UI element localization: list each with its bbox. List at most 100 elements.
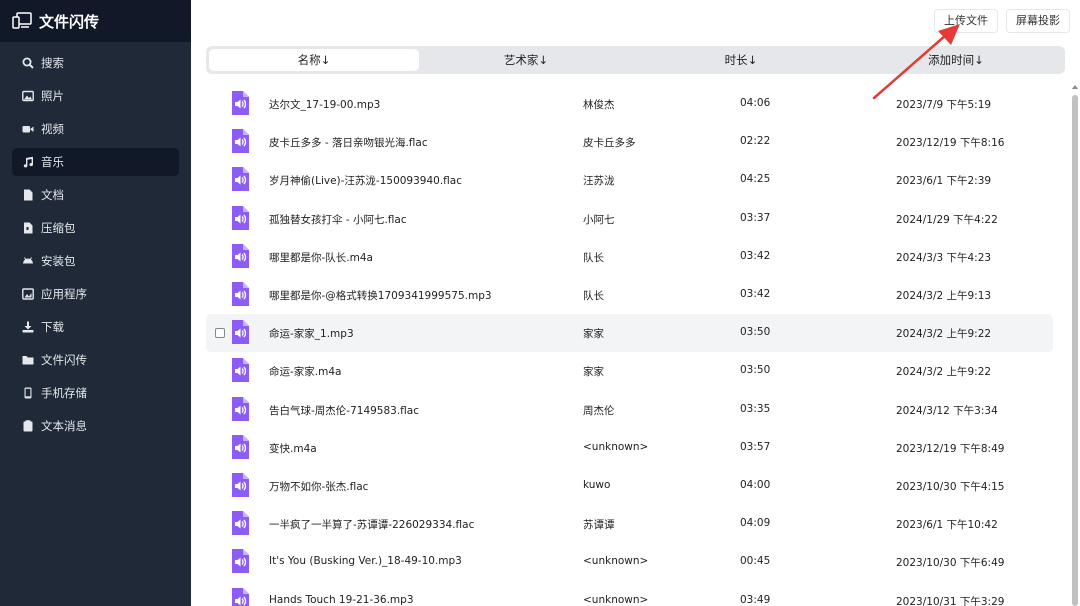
file-name: 告白气球-周杰伦-7149583.flac	[269, 404, 419, 417]
duration: 03:50	[740, 326, 771, 339]
file-name: 哪里都是你-@格式转换1709341999575.mp3	[269, 290, 492, 302]
sidebar-item-image[interactable]: 照片	[12, 82, 179, 110]
app-icon	[22, 288, 34, 300]
audio-file-icon	[232, 320, 249, 345]
duration: 04:00	[740, 479, 771, 491]
sidebar-item-download[interactable]: 下载	[12, 313, 179, 341]
duration: 03:49	[740, 593, 771, 606]
row-checkbox[interactable]	[215, 328, 225, 339]
audio-file-icon	[232, 549, 249, 574]
duration: 03:37	[740, 211, 771, 224]
sidebar-item-video[interactable]: 视频	[12, 115, 179, 143]
artist: kuwo	[583, 479, 611, 491]
sort-by-artist[interactable]: 艺术家↓	[421, 49, 631, 71]
document-icon	[22, 189, 34, 201]
devices-icon	[12, 12, 32, 29]
sidebar-item-label: 下载	[41, 320, 64, 334]
sidebar-item-label: 手机存储	[41, 386, 87, 400]
sort-by-name[interactable]: 名称↓	[209, 49, 419, 71]
upload-file-button[interactable]: 上传文件	[934, 9, 998, 33]
duration: 04:25	[740, 173, 771, 186]
duration: 04:06	[740, 97, 771, 109]
sidebar-item-android[interactable]: 安装包	[12, 247, 179, 275]
topbar: 上传文件 屏幕投影	[191, 0, 1080, 42]
list-item[interactable]: 达尔文_17-19-00.mp3 林俊杰 04:06 2023/7/9 下午5:19	[206, 85, 1053, 123]
app-title: 文件闪传	[39, 12, 100, 31]
archive-icon	[22, 222, 34, 234]
phone-icon	[22, 387, 34, 399]
sidebar-item-archive[interactable]: 压缩包	[12, 214, 179, 242]
artist: 周杰伦	[583, 404, 615, 417]
sort-by-duration[interactable]: 时长↓	[636, 49, 846, 71]
added-time: 2024/1/29 下午4:22	[896, 213, 998, 226]
list-item[interactable]: 命运-家家_1.mp3 家家 03:50 2024/3/2 上午9:22	[206, 314, 1053, 353]
list-item[interactable]: 命运-家家.m4a 家家 03:50 2024/3/2 上午9:22	[206, 352, 1053, 390]
duration: 04:09	[740, 517, 771, 530]
download-icon	[22, 321, 34, 333]
artist: 家家	[583, 328, 604, 341]
screen-cast-button[interactable]: 屏幕投影	[1006, 9, 1070, 33]
sidebar-item-label: 文本消息	[41, 419, 87, 433]
sidebar: 文件闪传 搜索 照片 视频 音乐 文档 压缩包 安装包 应用程序 下载 文件闪传 手机存储 文本消息	[0, 0, 191, 606]
list-item[interactable]: Hands Touch 19-21-36.mp3 <unknown> 03:49 20…	[206, 582, 1053, 606]
list-item[interactable]: 万物不如你-张杰.flac kuwo 04:00 2023/10/30 下午4:15	[206, 467, 1053, 505]
sidebar-item-phone[interactable]: 手机存储	[12, 379, 179, 407]
file-name: It's You (Busking Ver.)_18-49-10.mp3	[269, 555, 462, 568]
artist: 家家	[583, 366, 604, 379]
sidebar-item-document[interactable]: 文档	[12, 181, 179, 209]
duration: 03:42	[740, 288, 771, 300]
file-name: 万物不如你-张杰.flac	[269, 481, 369, 493]
audio-file-icon	[232, 91, 249, 115]
audio-file-icon	[232, 587, 249, 606]
sidebar-item-folder[interactable]: 文件闪传	[12, 346, 179, 374]
list-item[interactable]: 哪里都是你-@格式转换1709341999575.mp3 队长 03:42 2024/…	[206, 276, 1053, 314]
list-item[interactable]: It's You (Busking Ver.)_18-49-10.mp3 <unk…	[206, 543, 1053, 581]
added-time: 2023/12/19 下午8:49	[896, 442, 1005, 455]
sidebar-item-label: 压缩包	[41, 221, 76, 235]
list-item[interactable]: 孤独替女孩打伞 - 小阿七.flac 小阿七 03:37 2024/1/29 下午4:…	[206, 200, 1053, 238]
file-list: 达尔文_17-19-00.mp3 林俊杰 04:06 2023/7/9 下午5:19 皮…	[191, 85, 1071, 606]
artist: 队长	[583, 251, 604, 264]
list-item[interactable]: 一半疯了一半算了-苏谭谭-226029334.flac 苏谭谭 04:09 2023/…	[206, 505, 1053, 543]
audio-file-icon	[232, 129, 249, 154]
artist: 队长	[583, 290, 604, 302]
added-time: 2023/10/30 下午6:49	[896, 557, 1005, 570]
sidebar-item-label: 应用程序	[41, 287, 87, 301]
added-time: 2023/10/30 下午4:15	[896, 481, 1005, 493]
sidebar-item-music[interactable]: 音乐	[12, 148, 179, 176]
sidebar-item-label: 视频	[41, 122, 64, 136]
file-name: 岁月神偷(Live)-汪苏泷-150093940.flac	[269, 175, 462, 188]
list-item[interactable]: 岁月神偷(Live)-汪苏泷-150093940.flac 汪苏泷 04:25 202…	[206, 161, 1053, 199]
list-item[interactable]: 哪里都是你-队长.m4a 队长 03:42 2024/3/3 下午4:23	[206, 238, 1053, 276]
scroll-up-arrow-icon[interactable]	[1072, 85, 1078, 89]
artist: 汪苏泷	[583, 175, 615, 188]
audio-file-icon	[232, 434, 249, 459]
list-item[interactable]: 皮卡丘多多 - 落日亲吻银光海.flac 皮卡丘多多 02:22 2023/12/19…	[206, 123, 1053, 161]
file-name: 哪里都是你-队长.m4a	[269, 251, 373, 264]
list-item[interactable]: 变快.m4a <unknown> 03:57 2023/12/19 下午8:49	[206, 429, 1053, 467]
sidebar-item-search[interactable]: 搜索	[12, 49, 179, 77]
video-icon	[22, 123, 34, 135]
file-name: 孤独替女孩打伞 - 小阿七.flac	[269, 213, 407, 226]
sidebar-item-app[interactable]: 应用程序	[12, 280, 179, 308]
added-time: 2023/12/19 下午8:16	[896, 137, 1005, 150]
added-time: 2024/3/2 上午9:22	[896, 328, 992, 341]
audio-file-icon	[232, 511, 249, 536]
file-name: 一半疯了一半算了-苏谭谭-226029334.flac	[269, 519, 475, 532]
artist: <unknown>	[583, 440, 649, 453]
added-time: 2024/3/2 上午9:13	[896, 290, 992, 302]
added-time: 2023/7/9 下午5:19	[896, 99, 992, 111]
audio-file-icon	[232, 396, 249, 421]
file-name: Hands Touch 19-21-36.mp3	[269, 593, 414, 606]
file-name: 命运-家家_1.mp3	[269, 328, 354, 341]
sort-by-added-time[interactable]: 添加时间↓	[851, 49, 1061, 71]
duration: 03:57	[740, 440, 771, 453]
audio-file-icon	[232, 473, 249, 497]
sidebar-item-label: 文档	[41, 188, 64, 202]
scrollbar-thumb[interactable]	[1072, 95, 1078, 606]
column-header: 名称↓ 艺术家↓ 时长↓ 添加时间↓	[206, 46, 1065, 74]
sidebar-item-label: 照片	[41, 89, 64, 103]
list-item[interactable]: 告白气球-周杰伦-7149583.flac 周杰伦 03:35 2024/3/12 下…	[206, 391, 1053, 429]
sidebar-item-clipboard[interactable]: 文本消息	[12, 412, 179, 440]
artist: 苏谭谭	[583, 519, 615, 532]
